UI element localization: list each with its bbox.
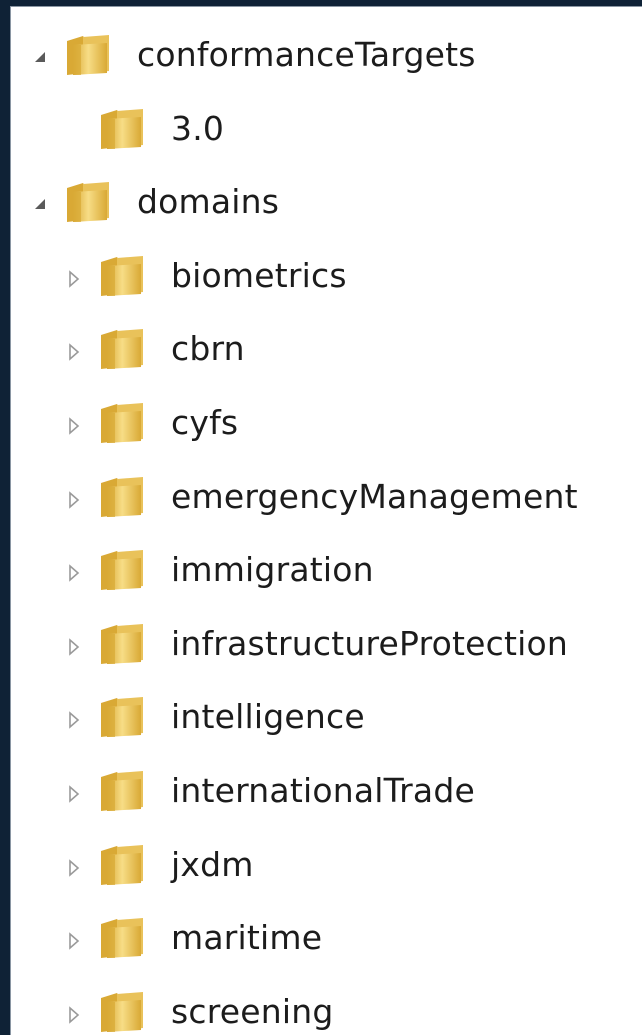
folder-icon xyxy=(63,33,115,77)
tree-item-label: internationalTrade xyxy=(171,771,475,810)
collapsed-arrow-icon[interactable] xyxy=(65,268,83,290)
tree-item-label: infrastructureProtection xyxy=(171,623,568,663)
tree-item[interactable]: immigration xyxy=(11,548,642,608)
tree-item[interactable]: internationalTrade xyxy=(11,769,642,829)
tree-item[interactable]: biometrics xyxy=(11,254,642,314)
folder-tree-view: conformanceTargets 3.0 domains biometrics cb… xyxy=(10,6,642,1035)
folder-icon xyxy=(97,695,149,739)
tree-item[interactable]: intelligence xyxy=(11,695,642,755)
folder-icon xyxy=(97,327,149,371)
folder-icon xyxy=(97,401,149,445)
tree-item-label: emergencyManagement xyxy=(171,476,578,516)
tree-item-label: cyfs xyxy=(171,403,239,442)
tree-item-label: conformanceTargets xyxy=(137,35,476,74)
collapsed-arrow-icon[interactable] xyxy=(65,709,83,731)
collapsed-arrow-icon[interactable] xyxy=(65,341,83,363)
tree-item[interactable]: infrastructureProtection xyxy=(11,622,642,682)
folder-icon xyxy=(97,769,149,813)
collapsed-arrow-icon[interactable] xyxy=(65,1004,83,1026)
folder-icon xyxy=(97,254,149,298)
folder-icon xyxy=(97,107,149,151)
folder-icon xyxy=(97,990,149,1034)
tree-item-label: 3.0 xyxy=(171,108,225,148)
collapsed-arrow-icon[interactable] xyxy=(65,562,83,584)
collapsed-arrow-icon[interactable] xyxy=(65,930,83,952)
folder-icon xyxy=(97,916,149,960)
tree-item[interactable]: 3.0 xyxy=(11,107,642,167)
folder-icon xyxy=(97,475,149,519)
collapsed-arrow-icon[interactable] xyxy=(65,636,83,658)
tree-item[interactable]: screening xyxy=(11,990,642,1035)
expanded-arrow-icon[interactable] xyxy=(31,47,49,69)
tree-item-label: cbrn xyxy=(171,329,245,369)
tree-item-label: screening xyxy=(171,991,334,1031)
tree-item[interactable]: jxdm xyxy=(11,843,642,903)
tree-item-label: jxdm xyxy=(171,844,254,884)
tree-item[interactable]: maritime xyxy=(11,916,642,976)
folder-icon xyxy=(63,180,115,224)
tree-item-label: intelligence xyxy=(171,697,365,737)
tree-item[interactable]: emergencyManagement xyxy=(11,475,642,535)
folder-icon xyxy=(97,622,149,666)
collapsed-arrow-icon[interactable] xyxy=(65,857,83,879)
tree-item-label: immigration xyxy=(171,550,374,590)
collapsed-arrow-icon[interactable] xyxy=(65,783,83,805)
tree-item[interactable]: domains xyxy=(11,180,642,240)
folder-icon xyxy=(97,548,149,592)
tree-item[interactable]: cyfs xyxy=(11,401,642,461)
collapsed-arrow-icon[interactable] xyxy=(65,415,83,437)
tree-item[interactable]: conformanceTargets xyxy=(11,33,642,93)
tree-item[interactable]: cbrn xyxy=(11,327,642,387)
tree-item-label: domains xyxy=(137,182,280,222)
tree-item-label: maritime xyxy=(171,918,323,958)
expanded-arrow-icon[interactable] xyxy=(31,194,49,216)
collapsed-arrow-icon[interactable] xyxy=(65,489,83,511)
tree-item-label: biometrics xyxy=(171,255,347,295)
folder-icon xyxy=(97,843,149,887)
